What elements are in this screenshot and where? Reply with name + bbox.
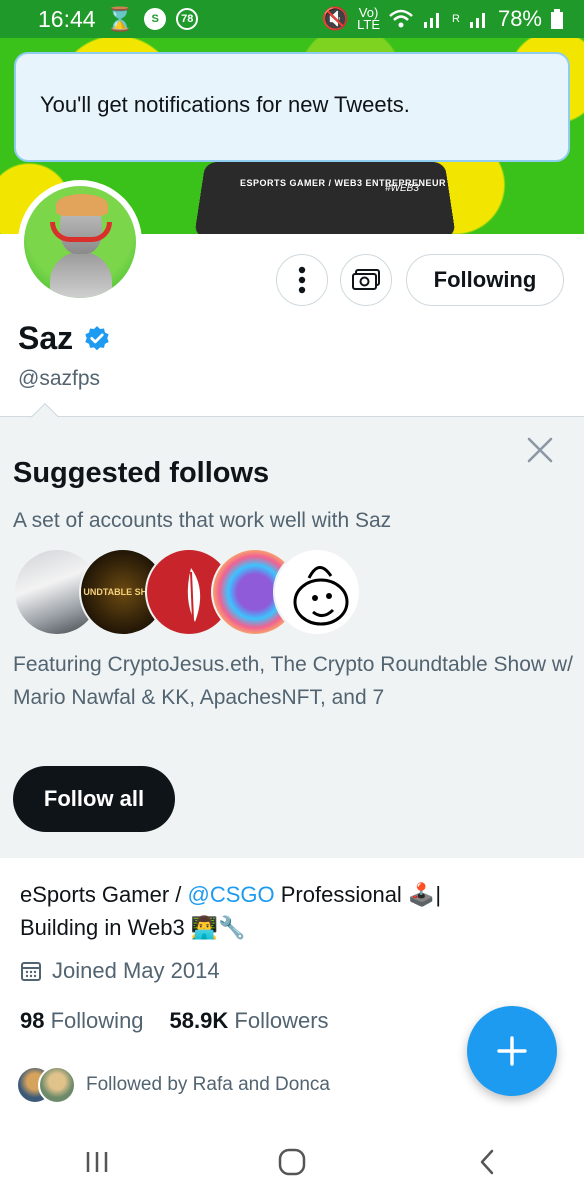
volte-bottom: LTE (357, 17, 380, 32)
following-stat-link[interactable]: 98 Following (20, 1008, 144, 1034)
plus-icon (497, 1036, 527, 1066)
money-icon (352, 269, 380, 290)
more-options-button[interactable] (276, 254, 328, 306)
profile-name: Saz (18, 320, 74, 356)
more-vertical-icon (298, 266, 306, 294)
followed-by-row[interactable]: Followed by Rafa and Donca (16, 1066, 330, 1104)
suggested-subtitle: A set of accounts that work well with Sa… (13, 509, 392, 532)
wifi-icon (389, 9, 413, 28)
battery-icon (551, 9, 563, 29)
battery-percent: 78% (497, 6, 542, 31)
banner-signature: #WEB3 (385, 183, 419, 194)
status-bar: 16:44 ⌛ S 78 🔇 Vo) LTE R 78% (0, 0, 584, 38)
notification-count-badge: 78 (176, 8, 199, 30)
volte-indicator: Vo) LTE (357, 6, 380, 32)
follower-avatar-2 (38, 1066, 76, 1104)
home-button[interactable] (262, 1132, 322, 1192)
bio-prefix: eSports Gamer / (20, 882, 188, 907)
banner-plate (194, 162, 456, 234)
followers-label: Followers (234, 1008, 329, 1033)
recent-apps-button[interactable] (67, 1132, 127, 1192)
system-nav-bar (0, 1124, 584, 1200)
bio-mention-link[interactable]: @CSGO (188, 882, 275, 907)
profile-name-row: Saz (18, 320, 111, 357)
joined-date-row: Joined May 2014 (20, 958, 220, 984)
verified-badge-icon (85, 325, 109, 350)
avatar-body (50, 252, 112, 298)
roaming-label: R (452, 13, 460, 25)
recent-apps-icon (87, 1152, 108, 1172)
cartoon-face-icon (293, 566, 349, 626)
compose-tweet-button[interactable] (467, 1006, 557, 1096)
status-time: 16:44 (38, 5, 96, 32)
suggested-avatar-5[interactable] (273, 548, 361, 636)
signal-icon-2 (469, 13, 485, 28)
follow-all-button[interactable]: Follow all (13, 766, 175, 832)
avatar-hair (56, 194, 108, 216)
toast-message: You'll get notifications for new Tweets. (40, 92, 410, 117)
follow-stats: 98 Following 58.9K Followers (20, 1008, 329, 1034)
suggested-avatars[interactable]: UNDTABLE SHOW (13, 548, 373, 636)
profile-avatar[interactable] (18, 180, 142, 304)
bio-line-2: Building in Web3 👨‍💻🔧 (20, 915, 246, 940)
featuring-text: Featuring CryptoJesus.eth, The Crypto Ro… (13, 653, 573, 709)
home-icon (278, 1148, 306, 1176)
followers-stat-link[interactable]: 58.9K Followers (170, 1008, 329, 1034)
hourglass-icon: ⌛ (105, 5, 135, 32)
followers-count: 58.9K (169, 1008, 229, 1033)
back-icon (480, 1149, 493, 1175)
back-button[interactable] (457, 1132, 517, 1192)
following-count: 98 (20, 1008, 45, 1033)
calendar-icon (21, 962, 41, 981)
following-button[interactable]: Following (406, 254, 564, 306)
notification-toast: You'll get notifications for new Tweets. (14, 52, 570, 162)
close-icon[interactable] (524, 434, 556, 466)
profile-bio: eSports Gamer / @CSGO Professional 🕹️| B… (20, 878, 560, 944)
signal-icon (424, 13, 439, 28)
following-label: Following (50, 1008, 144, 1033)
bio-suffix: Professional 🕹️| (274, 882, 442, 907)
headphones-icon (50, 222, 112, 242)
mute-icon: 🔇 (321, 6, 350, 31)
app-notification-icon: S (144, 8, 167, 30)
suggested-title: Suggested follows (13, 457, 270, 489)
joined-date: Joined May 2014 (52, 958, 220, 983)
profile-handle: @sazfps (18, 367, 101, 390)
avatar-image (24, 186, 136, 298)
followed-by-avatars (16, 1066, 76, 1104)
tip-button[interactable] (340, 254, 392, 306)
followed-by-text: Followed by Rafa and Donca (86, 1074, 330, 1095)
